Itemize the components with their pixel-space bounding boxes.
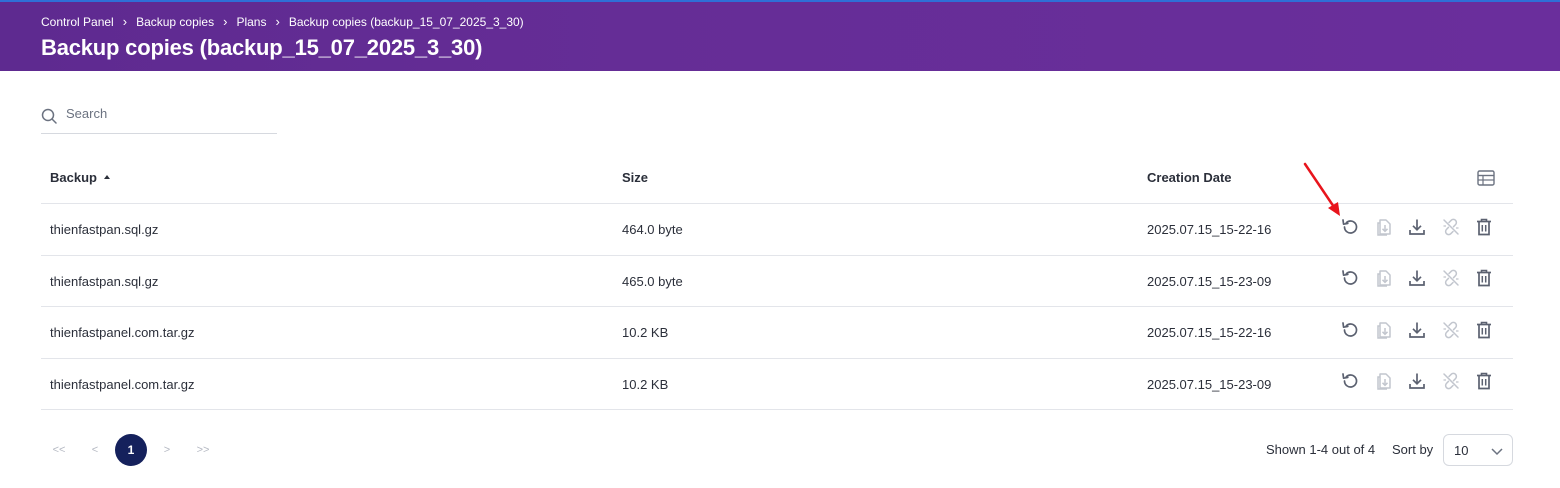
- broken-link-icon: [1441, 217, 1461, 242]
- trash-icon: [1474, 217, 1494, 242]
- download-icon: [1407, 320, 1427, 345]
- restore-button[interactable]: [1339, 373, 1361, 395]
- extract-file-icon: [1374, 268, 1394, 293]
- chevron-right-icon: ›: [275, 14, 280, 29]
- download-icon: [1407, 268, 1427, 293]
- page-size-value: 10: [1454, 443, 1469, 458]
- broken-link-icon: [1441, 371, 1461, 396]
- breadcrumb-control-panel[interactable]: Control Panel: [41, 15, 114, 29]
- size-cell: 10.2 KB: [622, 325, 669, 340]
- table-row: thienfastpanel.com.tar.gz 10.2 KB 2025.07.…: [41, 307, 1513, 359]
- chevron-right-icon: ›: [122, 14, 128, 29]
- backup-name-cell: thienfastpan.sql.gz: [50, 222, 159, 237]
- sort-by-label: Sort by: [1392, 442, 1434, 457]
- table-columns-icon[interactable]: [1477, 170, 1495, 186]
- table-header: Backup Size Creation Date: [41, 153, 1513, 204]
- row-actions: [1339, 268, 1507, 293]
- creation-date-cell: 2025.07.15_15-23-09: [1147, 376, 1272, 392]
- download-icon: [1407, 371, 1427, 396]
- row-actions: [1339, 218, 1507, 240]
- breadcrumb-current: Backup copies (backup_15_07_2025_3_30): [288, 14, 524, 29]
- search-input[interactable]: [66, 106, 271, 121]
- results-count: Shown 1-4 out of 4: [1266, 442, 1376, 457]
- table-row: thienfastpan.sql.gz 465.0 byte 2025.07.15_…: [41, 256, 1513, 307]
- restore-icon: [1340, 217, 1360, 242]
- page-header: Control Panel › Backup copies › Plans › …: [0, 0, 1560, 71]
- column-header-size[interactable]: Size: [622, 170, 648, 185]
- download-icon: [1407, 217, 1427, 242]
- creation-date-cell: 2025.07.15_15-22-16: [1147, 325, 1272, 340]
- column-header-backup[interactable]: Backup: [50, 170, 110, 185]
- restore-icon: [1340, 320, 1360, 345]
- backup-name-cell: thienfastpanel.com.tar.gz: [50, 325, 195, 340]
- backup-name-cell: thienfastpan.sql.gz: [50, 273, 159, 289]
- delete-button[interactable]: [1473, 371, 1495, 396]
- download-button[interactable]: [1406, 270, 1428, 292]
- extract-file-icon: [1374, 217, 1394, 242]
- download-button[interactable]: [1406, 218, 1428, 240]
- unlink-button[interactable]: [1440, 371, 1462, 396]
- sort-ascending-icon: [103, 174, 110, 179]
- search-box: [41, 100, 277, 134]
- restore-icon: [1340, 371, 1360, 396]
- trash-icon: [1474, 320, 1494, 345]
- broken-link-icon: [1441, 320, 1461, 345]
- extract-button[interactable]: [1373, 218, 1395, 240]
- unlink-button[interactable]: [1440, 268, 1462, 293]
- unlink-button[interactable]: [1440, 321, 1462, 343]
- delete-button[interactable]: [1473, 268, 1495, 293]
- pagination: << < 1 > >>: [41, 434, 221, 466]
- page-1-button[interactable]: 1: [115, 434, 147, 466]
- next-page-button[interactable]: >: [149, 434, 185, 466]
- breadcrumb: Control Panel › Backup copies › Plans › …: [41, 14, 524, 29]
- backup-table: Backup Size Creation Date thienfastpan.s…: [41, 153, 1513, 410]
- extract-button[interactable]: [1373, 270, 1395, 292]
- extract-button[interactable]: [1373, 321, 1395, 343]
- extract-button[interactable]: [1373, 373, 1395, 395]
- trash-icon: [1474, 371, 1494, 396]
- extract-file-icon: [1374, 320, 1394, 345]
- delete-button[interactable]: [1473, 321, 1495, 343]
- row-actions: [1339, 321, 1507, 343]
- extract-file-icon: [1374, 371, 1394, 396]
- search-icon: [41, 108, 57, 124]
- previous-page-button[interactable]: <: [77, 434, 113, 466]
- backup-name-cell: thienfastpanel.com.tar.gz: [50, 376, 195, 392]
- chevron-down-icon: [1491, 448, 1503, 456]
- column-header-creation-date[interactable]: Creation Date: [1147, 170, 1232, 185]
- restore-button[interactable]: [1339, 218, 1361, 240]
- row-actions: [1339, 371, 1507, 396]
- download-button[interactable]: [1406, 321, 1428, 343]
- breadcrumb-plans[interactable]: Plans: [236, 15, 266, 29]
- restore-icon: [1340, 268, 1360, 293]
- restore-button[interactable]: [1339, 321, 1361, 343]
- download-button[interactable]: [1406, 373, 1428, 395]
- restore-button[interactable]: [1339, 270, 1361, 292]
- last-page-button[interactable]: >>: [185, 434, 221, 466]
- first-page-button[interactable]: <<: [41, 434, 77, 466]
- broken-link-icon: [1441, 268, 1461, 293]
- trash-icon: [1474, 268, 1494, 293]
- table-row: thienfastpan.sql.gz 464.0 byte 2025.07.15_…: [41, 204, 1513, 256]
- page-size-select[interactable]: 10: [1443, 434, 1513, 466]
- unlink-button[interactable]: [1440, 218, 1462, 240]
- breadcrumb-backup-copies[interactable]: Backup copies: [136, 15, 214, 29]
- chevron-right-icon: ›: [223, 14, 228, 29]
- table-row: thienfastpanel.com.tar.gz 10.2 KB 2025.07.…: [41, 359, 1513, 410]
- page-title: Backup copies (backup_15_07_2025_3_30): [41, 35, 483, 60]
- size-cell: 464.0 byte: [622, 222, 683, 237]
- size-cell: 10.2 KB: [622, 376, 669, 392]
- creation-date-cell: 2025.07.15_15-23-09: [1147, 273, 1272, 289]
- column-header-label: Backup: [50, 170, 97, 185]
- size-cell: 465.0 byte: [622, 273, 683, 289]
- creation-date-cell: 2025.07.15_15-22-16: [1147, 222, 1272, 237]
- delete-button[interactable]: [1473, 218, 1495, 240]
